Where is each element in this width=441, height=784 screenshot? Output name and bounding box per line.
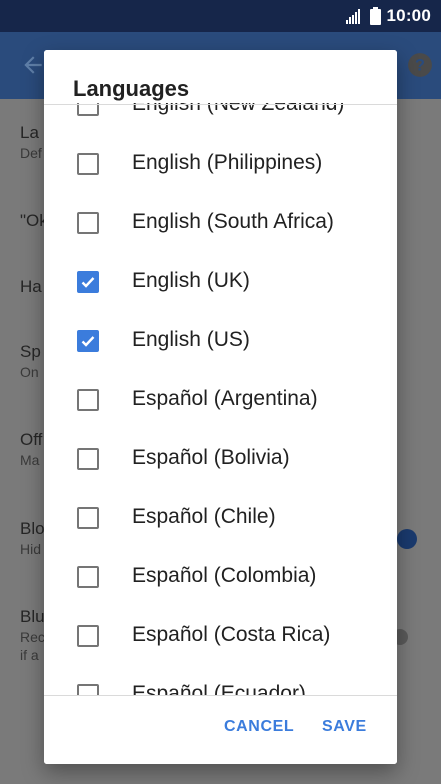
settings-item-hands-free[interactable]: Ha [20,277,42,297]
settings-item-languages[interactable]: La Def [20,123,42,161]
settings-item-title: Off [20,430,43,449]
checkbox[interactable] [77,389,99,411]
settings-item-title: Blu [20,607,45,626]
settings-item-subtitle: On [20,364,39,380]
checkbox-checked[interactable] [77,330,99,352]
status-bar: 10:00 [0,0,441,32]
settings-item-title: Ha [20,277,42,296]
settings-item-block[interactable]: Blo Hid [20,519,45,557]
toggle-switch-on[interactable] [397,529,417,549]
dialog-footer: CANCEL SAVE [44,696,397,764]
checkbox[interactable] [77,625,99,647]
settings-item-bluetooth[interactable]: Blu Rec if a [20,607,45,663]
settings-item-title: Sp [20,342,41,361]
checkbox[interactable] [77,153,99,175]
signal-icon [345,8,360,24]
language-label: Español (Chile) [132,505,276,528]
status-icons: 10:00 [345,6,431,26]
divider [44,104,397,105]
language-label: English (Philippines) [132,151,323,174]
language-row[interactable]: Español (Chile) [44,489,397,548]
save-button[interactable]: SAVE [322,718,367,736]
cancel-button[interactable]: CANCEL [224,718,294,736]
settings-item-subtitle: Def [20,145,42,161]
language-row[interactable]: Español (Colombia) [44,548,397,607]
language-row[interactable]: Español (Costa Rica) [44,607,397,666]
checkmark-icon [81,336,95,347]
language-row[interactable]: English (US) [44,312,397,371]
language-row[interactable]: Español (Ecuador) [44,666,397,695]
language-label: Español (Bolivia) [132,446,290,469]
settings-item-subtitle: Ma [20,452,40,468]
settings-item-title: Blo [20,519,45,538]
help-icon[interactable]: ? [407,52,433,78]
dialog-title: Languages [73,76,190,101]
checkbox[interactable] [77,448,99,470]
checkmark-icon [81,277,95,288]
checkbox-checked[interactable] [77,271,99,293]
settings-item-speech-output[interactable]: Sp On [20,342,41,380]
language-label: Español (Ecuador) [132,682,306,695]
checkbox[interactable] [77,212,99,234]
language-row[interactable]: English (South Africa) [44,194,397,253]
language-row[interactable]: English (Philippines) [44,135,397,194]
language-label: English (US) [132,328,250,351]
language-label: English (UK) [132,269,250,292]
settings-item-offline[interactable]: Off Ma [20,430,42,468]
checkbox[interactable] [77,507,99,529]
language-label: English (South Africa) [132,210,334,233]
checkbox[interactable] [77,566,99,588]
settings-item-subtitle-2: if a [20,647,39,663]
language-label: Español (Argentina) [132,387,318,410]
language-row[interactable]: English (UK) [44,253,397,312]
svg-text:?: ? [415,56,425,74]
language-row[interactable]: Español (Argentina) [44,371,397,430]
settings-item-subtitle: Hid [20,541,42,557]
language-label: Español (Colombia) [132,564,317,587]
language-row[interactable]: Español (Bolivia) [44,430,397,489]
battery-icon [369,7,381,25]
languages-list[interactable]: English (New Zealand) English (Philippin… [44,50,397,695]
checkbox[interactable] [77,684,99,695]
language-label: Español (Costa Rica) [132,623,331,646]
settings-item-subtitle: Rec [20,629,45,645]
languages-dialog: English (New Zealand) English (Philippin… [44,50,397,764]
arrow-back-icon[interactable] [20,52,46,78]
status-time: 10:00 [386,6,431,25]
settings-item-title: La [20,123,39,142]
